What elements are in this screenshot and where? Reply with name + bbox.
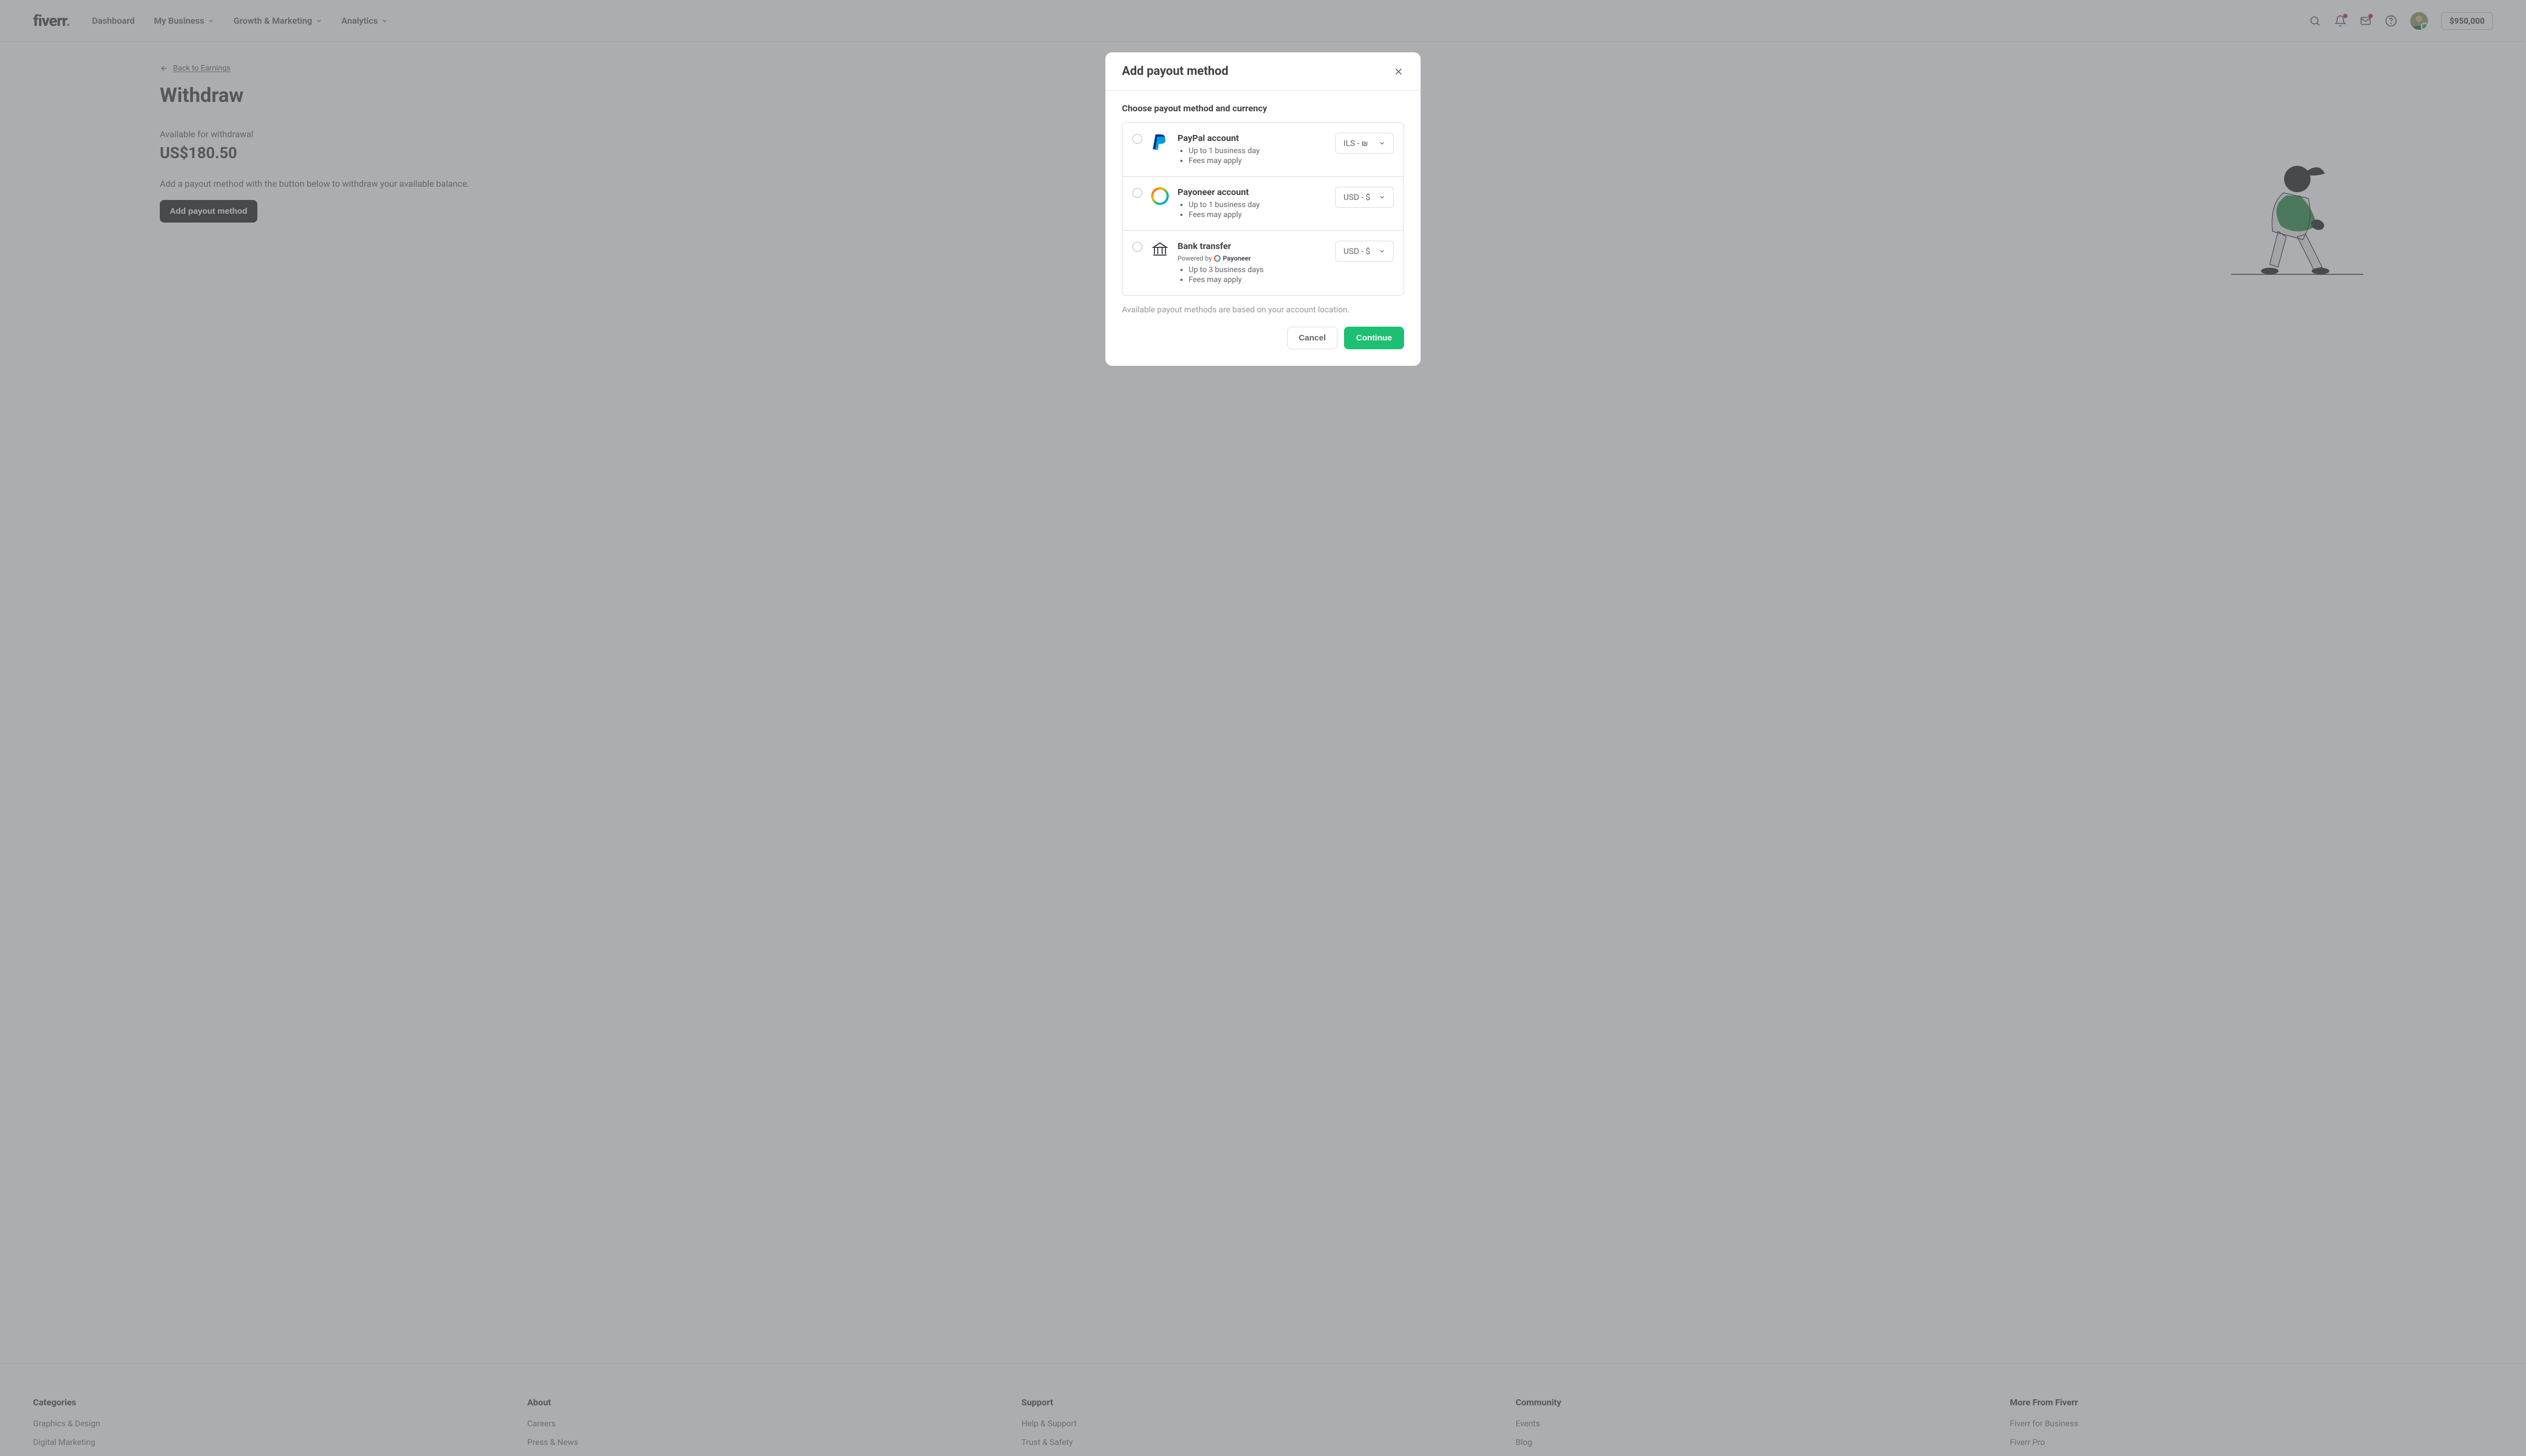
bullet: Up to 1 business day bbox=[1189, 147, 1327, 155]
radio-paypal[interactable] bbox=[1132, 134, 1142, 144]
currency-value: USD - $ bbox=[1343, 192, 1370, 202]
modal-header: Add payout method bbox=[1105, 52, 1421, 91]
modal-overlay[interactable]: Add payout method Choose payout method a… bbox=[0, 0, 2526, 1456]
bullet: Fees may apply bbox=[1189, 156, 1327, 165]
modal-body: Choose payout method and currency PayPal… bbox=[1105, 91, 1421, 327]
radio-payoneer[interactable] bbox=[1132, 188, 1142, 198]
paypal-icon bbox=[1150, 133, 1170, 151]
chevron-down-icon bbox=[1379, 248, 1385, 255]
payoneer-small-icon bbox=[1214, 255, 1221, 262]
cancel-button[interactable]: Cancel bbox=[1287, 327, 1337, 349]
close-button[interactable] bbox=[1393, 66, 1404, 77]
availability-note: Available payout methods are based on yo… bbox=[1122, 305, 1404, 315]
bullet: Fees may apply bbox=[1189, 210, 1327, 219]
bullet: Fees may apply bbox=[1189, 275, 1327, 284]
option-name: Payoneer account bbox=[1178, 187, 1327, 197]
close-icon bbox=[1393, 66, 1404, 77]
powered-by: Powered by Payoneer bbox=[1178, 255, 1327, 262]
chevron-down-icon bbox=[1379, 140, 1385, 147]
currency-value: USD - $ bbox=[1343, 246, 1370, 256]
modal-title: Add payout method bbox=[1122, 64, 1228, 78]
modal-subtitle: Choose payout method and currency bbox=[1122, 103, 1404, 113]
option-info: PayPal account Up to 1 business day Fees… bbox=[1178, 133, 1327, 166]
option-name: PayPal account bbox=[1178, 133, 1327, 143]
payout-option-payoneer[interactable]: Payoneer account Up to 1 business day Fe… bbox=[1122, 177, 1404, 231]
option-bullets: Up to 1 business day Fees may apply bbox=[1178, 147, 1327, 165]
currency-value: ILS - ₪ bbox=[1343, 138, 1368, 148]
chevron-down-icon bbox=[1379, 194, 1385, 201]
option-bullets: Up to 3 business days Fees may apply bbox=[1178, 266, 1327, 284]
continue-button[interactable]: Continue bbox=[1344, 327, 1404, 349]
option-name: Bank transfer bbox=[1178, 241, 1327, 251]
powered-label: Powered by bbox=[1178, 255, 1212, 262]
payout-option-paypal[interactable]: PayPal account Up to 1 business day Fees… bbox=[1122, 123, 1404, 177]
option-bullets: Up to 1 business day Fees may apply bbox=[1178, 201, 1327, 219]
option-info: Bank transfer Powered by Payoneer Up to … bbox=[1178, 241, 1327, 285]
currency-select-paypal[interactable]: ILS - ₪ bbox=[1335, 133, 1394, 154]
bullet: Up to 1 business day bbox=[1189, 201, 1327, 209]
bullet: Up to 3 business days bbox=[1189, 266, 1327, 274]
radio-bank-transfer[interactable] bbox=[1132, 242, 1142, 252]
modal-footer: Cancel Continue bbox=[1105, 327, 1421, 366]
bank-icon bbox=[1150, 241, 1170, 258]
option-info: Payoneer account Up to 1 business day Fe… bbox=[1178, 187, 1327, 220]
currency-select-bank[interactable]: USD - $ bbox=[1335, 241, 1394, 262]
add-payout-method-modal: Add payout method Choose payout method a… bbox=[1105, 52, 1421, 366]
payout-option-bank-transfer[interactable]: Bank transfer Powered by Payoneer Up to … bbox=[1122, 231, 1404, 295]
payoneer-icon bbox=[1150, 187, 1170, 205]
powered-brand: Payoneer bbox=[1223, 255, 1251, 262]
payout-options-list: PayPal account Up to 1 business day Fees… bbox=[1122, 122, 1404, 296]
currency-select-payoneer[interactable]: USD - $ bbox=[1335, 187, 1394, 208]
